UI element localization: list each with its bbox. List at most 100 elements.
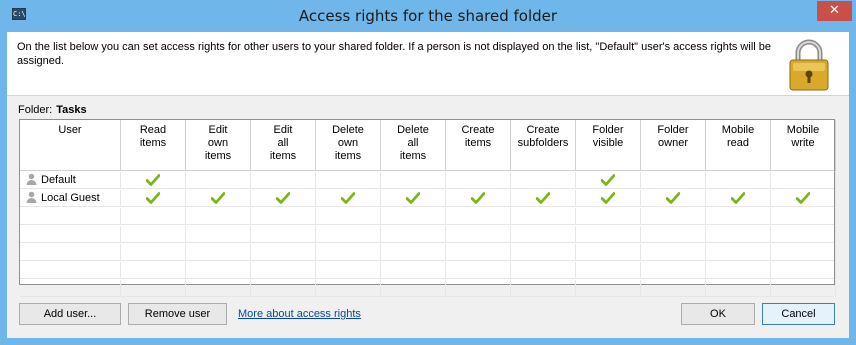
empty-cell xyxy=(641,226,706,243)
permission-cell[interactable] xyxy=(316,172,381,189)
empty-cell xyxy=(446,244,511,261)
empty-cell xyxy=(186,280,251,297)
empty-cell xyxy=(121,280,186,297)
table-row[interactable]: Local Guest xyxy=(20,190,836,207)
permission-cell[interactable] xyxy=(446,172,511,189)
column-header-user[interactable]: User xyxy=(20,120,121,171)
user-icon xyxy=(26,191,37,204)
user-cell[interactable]: Default xyxy=(20,172,121,189)
permission-cell[interactable] xyxy=(641,172,706,189)
permission-cell[interactable] xyxy=(706,190,771,207)
column-header-create-items[interactable]: Create items xyxy=(446,120,511,171)
column-header-mobile-read[interactable]: Mobile read xyxy=(706,120,771,171)
empty-cell xyxy=(511,280,576,297)
empty-cell xyxy=(20,262,121,279)
folder-info: Folder: Tasks xyxy=(18,104,87,116)
table-row[interactable]: Default xyxy=(20,172,836,189)
permission-cell[interactable] xyxy=(706,172,771,189)
column-header-folder-owner[interactable]: Folder owner xyxy=(641,120,706,171)
cancel-button[interactable]: Cancel xyxy=(762,303,835,325)
empty-cell xyxy=(511,262,576,279)
column-header-folder-visible[interactable]: Folder visible xyxy=(576,120,641,171)
checkmark-icon xyxy=(210,192,226,204)
add-user-button[interactable]: Add user... xyxy=(19,303,121,325)
empty-cell xyxy=(706,244,771,261)
folder-label: Folder: xyxy=(18,104,53,116)
permission-cell[interactable] xyxy=(576,172,641,189)
checkmark-icon xyxy=(535,192,551,204)
permission-cell[interactable] xyxy=(251,172,316,189)
empty-cell xyxy=(706,262,771,279)
permission-cell[interactable] xyxy=(381,190,446,207)
checkmark-icon xyxy=(600,174,616,186)
empty-cell xyxy=(706,226,771,243)
empty-cell xyxy=(186,226,251,243)
permission-cell[interactable] xyxy=(771,190,836,207)
empty-cell xyxy=(771,280,836,297)
permission-cell[interactable] xyxy=(641,190,706,207)
empty-cell xyxy=(641,280,706,297)
empty-cell xyxy=(771,208,836,225)
empty-cell xyxy=(641,208,706,225)
ok-button[interactable]: OK xyxy=(681,303,755,325)
permission-cell[interactable] xyxy=(771,172,836,189)
permission-cell[interactable] xyxy=(186,190,251,207)
permission-cell[interactable] xyxy=(121,172,186,189)
user-cell[interactable]: Local Guest xyxy=(20,190,121,207)
user-name: Default xyxy=(41,174,76,186)
permission-cell[interactable] xyxy=(251,190,316,207)
empty-cell xyxy=(641,244,706,261)
permission-cell[interactable] xyxy=(121,190,186,207)
empty-cell xyxy=(381,226,446,243)
empty-cell xyxy=(20,280,121,297)
checkmark-icon xyxy=(145,174,161,186)
dialog-content: On the list below you can set access rig… xyxy=(7,32,849,338)
column-header-delete-own-items[interactable]: Delete own items xyxy=(316,120,381,171)
checkmark-icon xyxy=(470,192,486,204)
empty-cell xyxy=(316,280,381,297)
empty-table-row xyxy=(20,280,836,297)
empty-table-row xyxy=(20,244,836,261)
empty-cell xyxy=(316,208,381,225)
column-header-delete-all-items[interactable]: Delete all items xyxy=(381,120,446,171)
empty-cell xyxy=(186,262,251,279)
empty-cell xyxy=(446,280,511,297)
permission-cell[interactable] xyxy=(186,172,251,189)
empty-cell xyxy=(251,280,316,297)
empty-cell xyxy=(316,226,381,243)
column-header-create-subfolders[interactable]: Create subfolders xyxy=(511,120,576,171)
empty-cell xyxy=(446,262,511,279)
empty-table-row xyxy=(20,226,836,243)
permission-cell[interactable] xyxy=(316,190,381,207)
empty-cell xyxy=(771,226,836,243)
more-about-access-rights-link[interactable]: More about access rights xyxy=(238,308,361,320)
column-header-read-items[interactable]: Read items xyxy=(121,120,186,171)
title-bar[interactable]: C:\ Access rights for the shared folder … xyxy=(0,0,856,32)
permission-cell[interactable] xyxy=(511,172,576,189)
permission-cell[interactable] xyxy=(511,190,576,207)
empty-cell xyxy=(576,262,641,279)
column-header-mobile-write[interactable]: Mobile write xyxy=(771,120,836,171)
empty-table-row xyxy=(20,208,836,225)
column-header-edit-all-items[interactable]: Edit all items xyxy=(251,120,316,171)
empty-cell xyxy=(771,244,836,261)
access-rights-grid[interactable]: User Read items Edit own items Edit all ite… xyxy=(19,119,836,297)
close-button[interactable]: ✕ xyxy=(817,1,852,21)
empty-cell xyxy=(446,226,511,243)
window-title: Access rights for the shared folder xyxy=(298,7,558,25)
permission-cell[interactable] xyxy=(446,190,511,207)
empty-cell xyxy=(20,244,121,261)
checkmark-icon xyxy=(145,192,161,204)
checkmark-icon xyxy=(340,192,356,204)
empty-cell xyxy=(121,226,186,243)
permission-cell[interactable] xyxy=(381,172,446,189)
user-name: Local Guest xyxy=(41,192,100,204)
empty-cell xyxy=(771,262,836,279)
permission-cell[interactable] xyxy=(576,190,641,207)
empty-cell xyxy=(511,208,576,225)
empty-cell xyxy=(381,208,446,225)
dialog-window: C:\ Access rights for the shared folder … xyxy=(0,0,856,345)
empty-cell xyxy=(251,208,316,225)
column-header-edit-own-items[interactable]: Edit own items xyxy=(186,120,251,171)
remove-user-button[interactable]: Remove user xyxy=(128,303,227,325)
